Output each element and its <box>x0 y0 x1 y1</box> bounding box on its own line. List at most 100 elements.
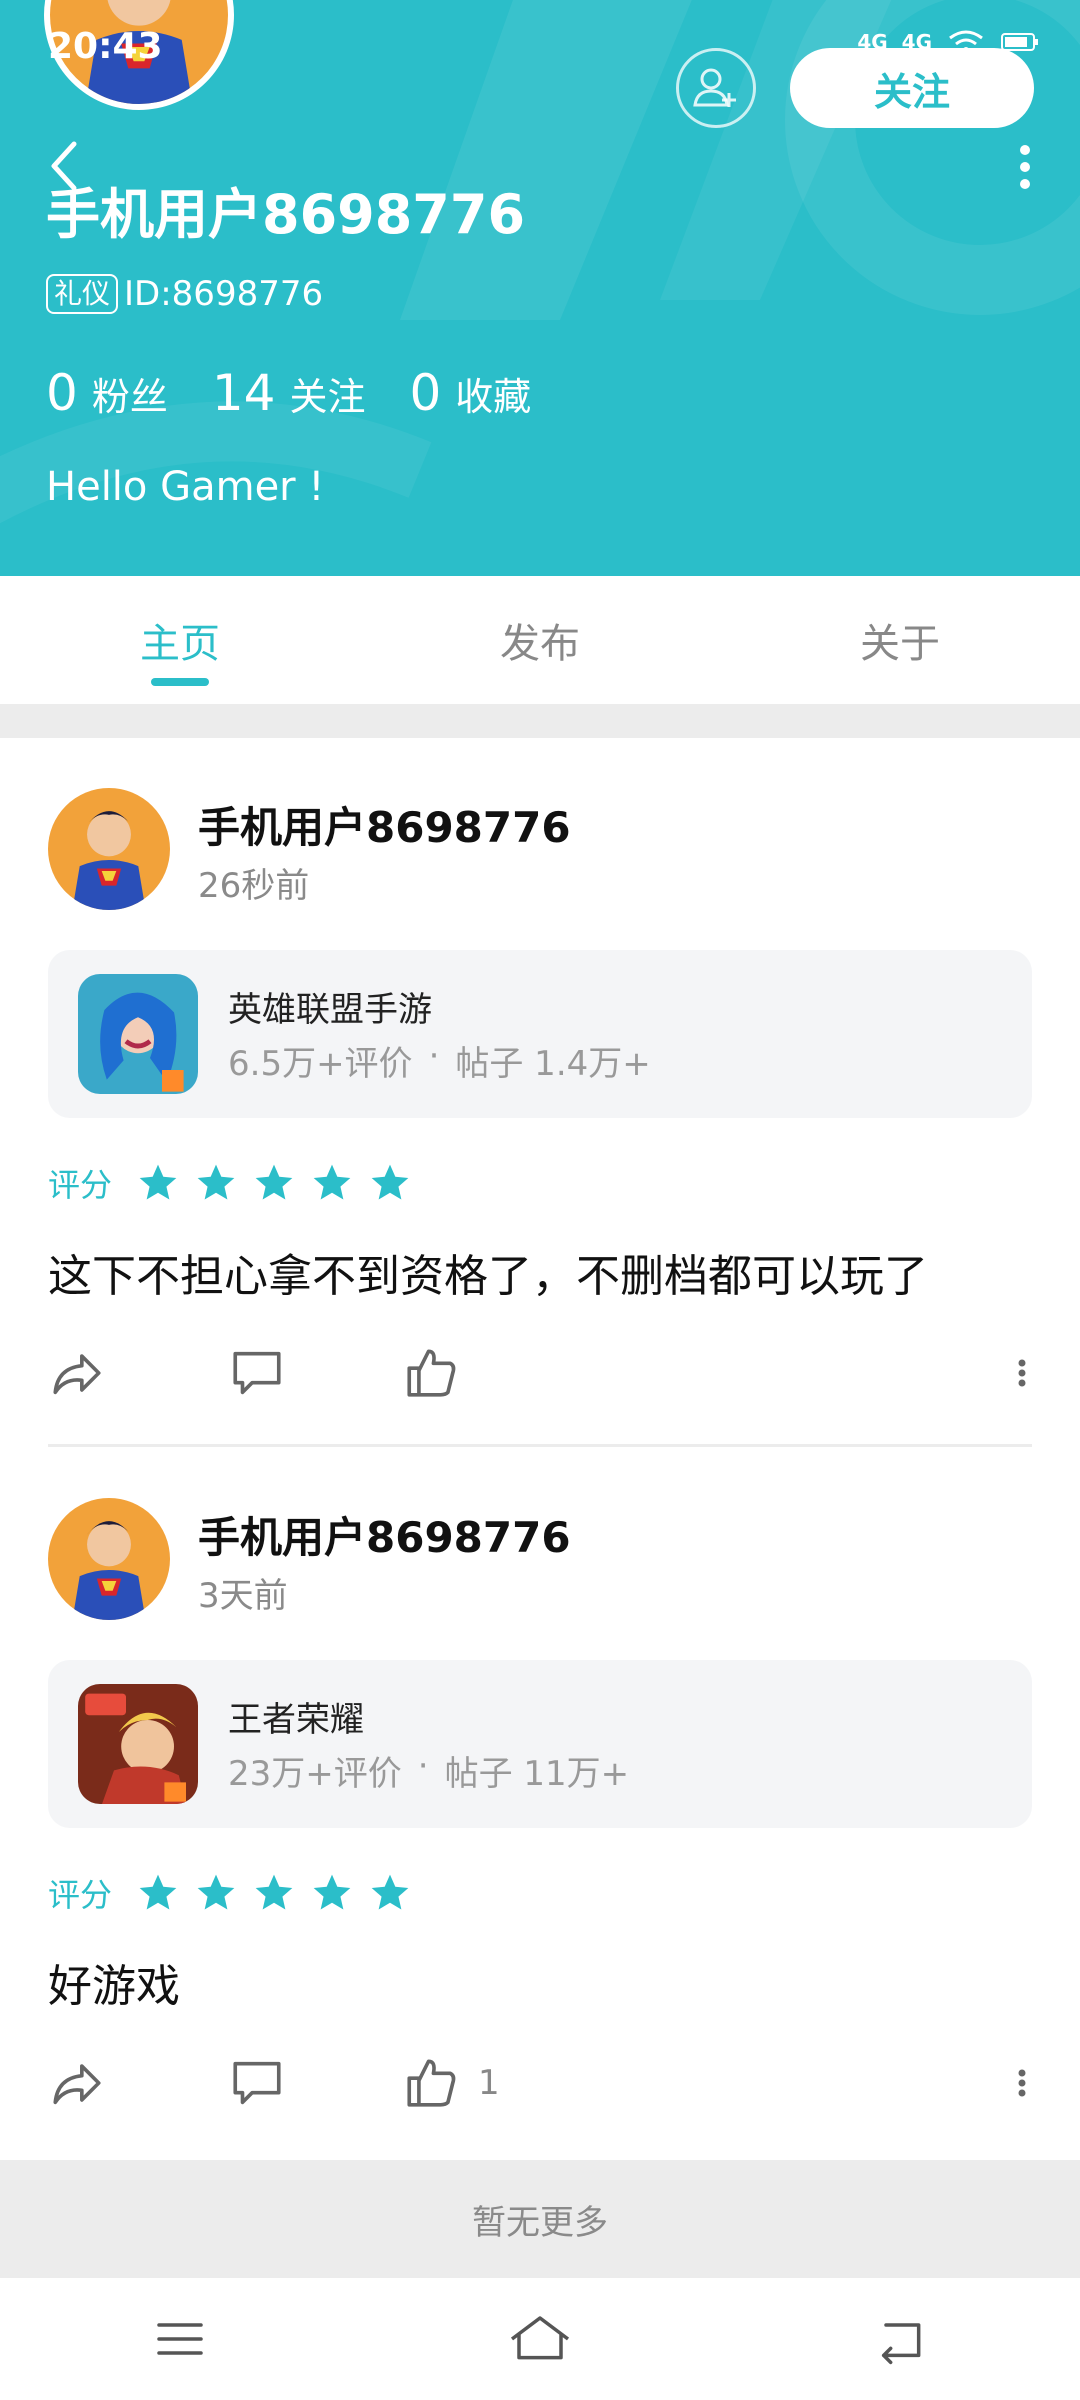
superman-avatar-image <box>48 788 170 910</box>
post-author-name[interactable]: 手机用户8698776 <box>198 794 571 855</box>
post-timestamp: 26秒前 <box>198 866 310 906</box>
game-card[interactable]: 王者荣耀 23万+评价 · 帖子 11万+ <box>48 1660 1032 1828</box>
star-icon <box>255 1164 293 1200</box>
game-reviews: 23万+评价 <box>228 1754 402 1794</box>
post-more-button[interactable] <box>1012 2048 1032 2118</box>
share-icon <box>53 1354 101 1395</box>
stat-favorites-label: 收藏 <box>455 375 532 419</box>
tabs-separator <box>0 704 1080 738</box>
profile-header: 20:43 4G 4G 关注 手机用户8698776 礼仪 ID:8698776… <box>0 0 1080 576</box>
thumbs-up-icon <box>407 2059 456 2107</box>
post-actions <box>48 1338 1032 1408</box>
rating-label: 评分 <box>48 1876 113 1914</box>
game-posts: 帖子 1.4万+ <box>455 1044 651 1084</box>
thumbs-up-icon <box>407 1349 456 1397</box>
rating-row: 评分 <box>48 1160 412 1206</box>
tab-home-label: 主页 <box>140 621 220 667</box>
home-icon <box>510 2316 570 2360</box>
share-icon <box>53 2064 101 2105</box>
system-nav-bar <box>0 2278 1080 2400</box>
like-count: 1 <box>478 2063 500 2103</box>
profile-id: ID:8698776 <box>124 274 324 314</box>
like-button[interactable] <box>402 1338 478 1408</box>
game-meta: 6.5万+评价 · 帖子 1.4万+ <box>228 1036 651 1085</box>
game-posts: 帖子 11万+ <box>444 1754 630 1794</box>
comment-button[interactable] <box>228 1338 286 1408</box>
superman-avatar-image <box>48 1498 170 1620</box>
post-author-name[interactable]: 手机用户8698776 <box>198 1504 571 1565</box>
star-icon <box>313 1874 351 1910</box>
like-button[interactable]: 1 <box>402 2048 500 2118</box>
add-user-icon <box>693 68 736 107</box>
post-card: 手机用户8698776 26秒前 英雄联盟手游 6.5万+评价 · 帖子 1.4… <box>0 738 1080 1448</box>
post-text: 好游戏 <box>48 1961 180 2012</box>
game-icon-hok <box>78 1684 198 1804</box>
rating-row: 评分 <box>48 1870 412 1916</box>
game-reviews: 6.5万+评价 <box>228 1044 413 1084</box>
post-actions: 1 <box>48 2048 1032 2118</box>
star-icon <box>197 1874 235 1910</box>
post-more-button[interactable] <box>1012 1338 1032 1408</box>
game-icon-lol <box>78 974 198 1094</box>
stat-fans-count: 0 <box>46 364 78 422</box>
profile-bio: Hello Gamer ! <box>46 464 325 510</box>
stat-favorites[interactable]: 0 收藏 <box>409 364 531 422</box>
game-meta: 23万+评价 · 帖子 11万+ <box>228 1746 629 1795</box>
stat-fans-label: 粉丝 <box>91 375 168 419</box>
star-icon <box>255 1874 293 1910</box>
stat-following-label: 关注 <box>289 375 366 419</box>
stat-following-count: 14 <box>211 364 276 422</box>
nav-menu-button[interactable] <box>145 2304 215 2374</box>
profile-id-row: 礼仪 ID:8698776 <box>46 274 323 314</box>
nav-home-button[interactable] <box>505 2304 575 2374</box>
share-button[interactable] <box>48 1338 106 1408</box>
tab-home[interactable]: 主页 <box>0 576 360 704</box>
tab-active-indicator <box>151 678 209 686</box>
comment-icon <box>233 2061 281 2105</box>
status-time: 20:43 <box>48 26 163 67</box>
tab-about-label: 关于 <box>860 621 940 667</box>
stat-favorites-count: 0 <box>409 364 442 422</box>
follow-button[interactable]: 关注 <box>790 48 1034 128</box>
stat-following[interactable]: 14 关注 <box>212 364 366 422</box>
vertical-dots-icon <box>1020 145 1030 189</box>
rating-label: 评分 <box>48 1166 113 1204</box>
star-icon <box>371 1874 409 1910</box>
lol-mobile-icon <box>78 974 198 1094</box>
profile-stats: 0 粉丝 14 关注 0 收藏 <box>46 364 531 422</box>
meta-separator: · <box>428 1036 440 1076</box>
star-icon <box>197 1164 235 1200</box>
no-more-indicator: 暂无更多 <box>0 2160 1080 2278</box>
stat-fans[interactable]: 0 粉丝 <box>46 364 168 422</box>
post-card: 手机用户8698776 3天前 王者荣耀 23万+评价 · 帖子 11万+ 评分… <box>0 1448 1080 2160</box>
vertical-dots-icon <box>1018 1359 1026 1387</box>
profile-username: 手机用户8698776 <box>46 183 526 246</box>
menu-icon <box>157 2323 203 2355</box>
tab-posts-label: 发布 <box>500 621 580 667</box>
post-text: 这下不担心拿不到资格了，不删档都可以玩了 <box>48 1251 928 1302</box>
game-name: 英雄联盟手游 <box>228 990 432 1030</box>
tab-about[interactable]: 关于 <box>720 576 1080 704</box>
post-divider <box>48 1444 1032 1447</box>
star-icon <box>139 1164 177 1200</box>
vertical-dots-icon <box>1018 2069 1026 2097</box>
profile-tabs: 主页 发布 关于 <box>0 576 1080 704</box>
honor-of-kings-icon <box>78 1684 198 1804</box>
add-friend-button[interactable] <box>676 48 756 128</box>
etiquette-badge[interactable]: 礼仪 <box>46 274 119 314</box>
back-icon <box>881 2323 921 2365</box>
comment-button[interactable] <box>228 2048 286 2118</box>
star-icon <box>371 1164 409 1200</box>
share-button[interactable] <box>48 2048 106 2118</box>
star-icon <box>139 1874 177 1910</box>
nav-back-button[interactable] <box>865 2304 935 2374</box>
game-name: 王者荣耀 <box>228 1700 364 1740</box>
game-card[interactable]: 英雄联盟手游 6.5万+评价 · 帖子 1.4万+ <box>48 950 1032 1118</box>
meta-separator: · <box>417 1746 429 1786</box>
comment-icon <box>233 1351 281 1395</box>
tab-posts[interactable]: 发布 <box>360 576 720 704</box>
star-icon <box>313 1164 351 1200</box>
post-author-avatar[interactable] <box>48 1498 170 1620</box>
more-options-button[interactable] <box>1010 142 1040 192</box>
post-author-avatar[interactable] <box>48 788 170 910</box>
